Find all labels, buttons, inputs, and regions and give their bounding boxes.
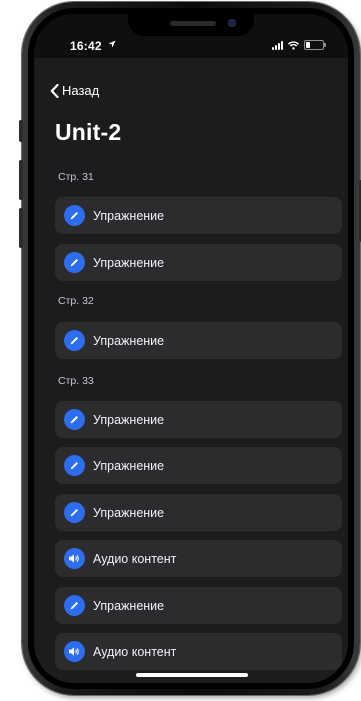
list-item[interactable]: Аудио контент — [55, 633, 342, 670]
mute-switch — [19, 120, 23, 142]
list-item-label: Упражнение — [93, 458, 165, 473]
list-item-label: Упражнение — [93, 505, 165, 520]
list-item-label: Аудио контент — [93, 551, 177, 566]
chevron-left-icon — [50, 83, 59, 98]
list-item[interactable]: Упражнение — [55, 197, 342, 234]
speaker-icon — [64, 641, 85, 662]
list-item[interactable]: Упражнение — [55, 494, 342, 531]
screen: 16:42 Назад Unit-2 Стр. 31 Упражнение Упражн… — [34, 14, 348, 683]
list-item[interactable]: Аудио контент — [55, 540, 342, 577]
status-icons — [272, 40, 326, 50]
volume-up-button — [19, 160, 23, 200]
battery-icon — [304, 40, 326, 50]
location-arrow-icon — [108, 40, 116, 48]
list-item-label: Упражнение — [93, 598, 165, 613]
back-button[interactable]: Назад — [50, 83, 99, 98]
pencil-icon — [64, 455, 85, 476]
pencil-icon — [64, 595, 85, 616]
cellular-signal-icon — [272, 40, 283, 50]
list-item-label: Упражнение — [93, 208, 165, 223]
status-time: 16:42 — [70, 39, 102, 53]
list-item[interactable]: Упражнение — [55, 401, 342, 438]
list-item[interactable]: Упражнение — [55, 322, 342, 359]
list-item-label: Упражнение — [93, 255, 165, 270]
list-item[interactable]: Упражнение — [55, 244, 342, 281]
page-title: Unit-2 — [55, 119, 122, 145]
section-header: Стр. 33 — [58, 375, 94, 387]
notch — [128, 14, 254, 36]
pencil-icon — [64, 252, 85, 273]
list-item-label: Аудио контент — [93, 644, 177, 659]
list-item[interactable]: Упражнение — [55, 587, 342, 624]
pencil-icon — [64, 409, 85, 430]
list-item[interactable]: Упражнение — [55, 447, 342, 484]
pencil-icon — [64, 502, 85, 523]
wifi-icon — [288, 40, 299, 50]
earpiece-speaker — [170, 21, 216, 26]
section-header: Стр. 31 — [58, 171, 94, 183]
front-camera — [228, 19, 236, 27]
pencil-icon — [64, 330, 85, 351]
back-label: Назад — [62, 83, 100, 98]
home-indicator[interactable] — [136, 673, 248, 677]
pencil-icon — [64, 205, 85, 226]
speaker-icon — [64, 548, 85, 569]
section-header: Стр. 32 — [58, 295, 94, 307]
volume-down-button — [19, 208, 23, 248]
list-item-label: Упражнение — [93, 333, 165, 348]
list-item-label: Упражнение — [93, 412, 165, 427]
